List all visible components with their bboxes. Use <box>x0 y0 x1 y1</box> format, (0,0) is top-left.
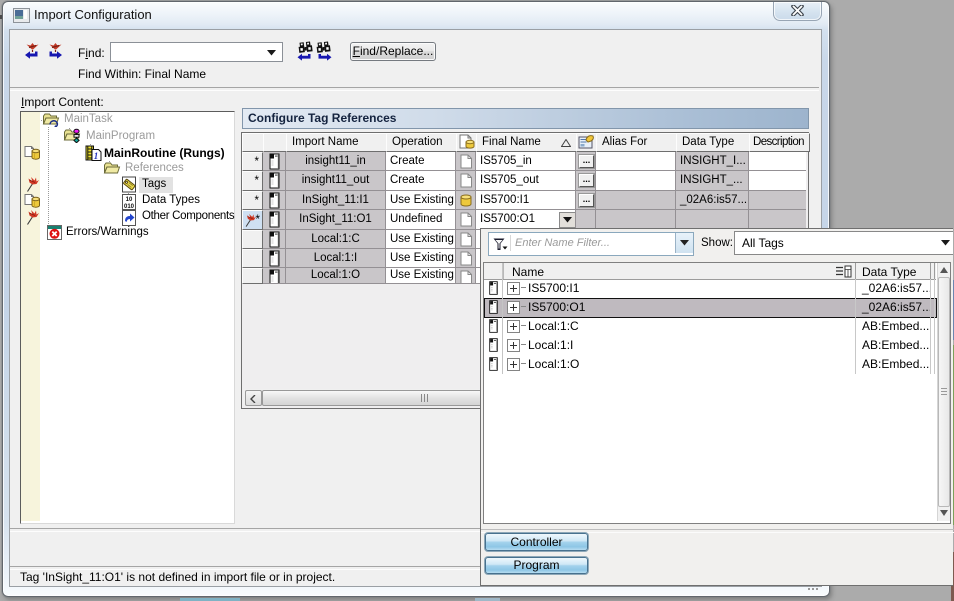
svg-text:10: 10 <box>126 197 133 203</box>
svg-text:1: 1 <box>94 151 99 161</box>
